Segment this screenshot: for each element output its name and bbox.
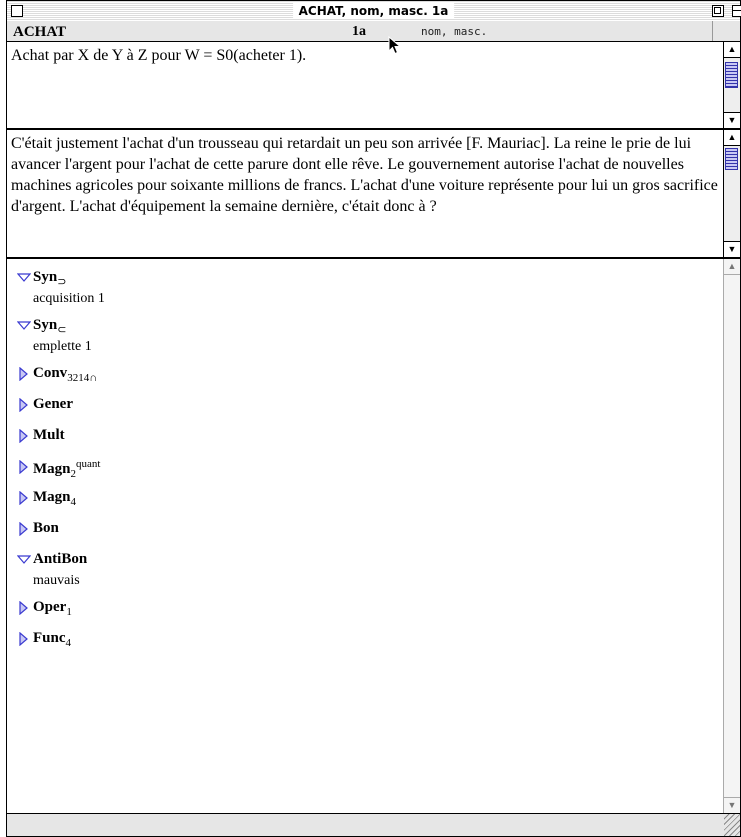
function-row[interactable]: Syn⊂ [17, 317, 105, 337]
function-base: Func [33, 630, 66, 646]
function-base: Syn [33, 269, 58, 285]
triangle-right-icon[interactable] [17, 491, 31, 505]
function-name: Syn⊃ [33, 269, 66, 288]
function-item: Func4 [17, 630, 105, 661]
function-row[interactable]: Func4 [17, 630, 105, 650]
collapse-box-icon[interactable] [732, 5, 741, 17]
resize-grip-icon[interactable] [724, 814, 740, 836]
title-bar[interactable]: ACHAT, nom, masc. 1a [7, 1, 741, 22]
scroll-down-arrow-icon[interactable]: ▼ [724, 797, 740, 813]
triangle-down-icon[interactable] [17, 553, 31, 567]
function-base: Magn [33, 461, 71, 477]
scroll-up-arrow-icon[interactable]: ▲ [724, 259, 740, 275]
entry-header: ACHAT 1a nom, masc. [7, 21, 740, 42]
function-base: Magn [33, 489, 71, 505]
function-item: Syn⊃ acquisition 1 [17, 269, 105, 317]
window-title: ACHAT, nom, masc. 1a [292, 3, 455, 19]
function-name: Func4 [33, 630, 71, 649]
definition-text[interactable]: Achat par X de Y à Z pour W = S0(acheter… [11, 45, 720, 66]
function-subscript: 4 [65, 637, 72, 649]
function-name: Bon [33, 520, 59, 537]
function-item: AntiBon mauvais [17, 551, 105, 599]
mouse-pointer-icon [388, 36, 402, 55]
scroll-up-arrow-icon[interactable]: ▲ [724, 42, 740, 58]
function-item: Mult [17, 427, 105, 458]
grammar-label: nom, masc. [421, 25, 488, 38]
function-name: Oper1 [33, 599, 72, 618]
triangle-right-icon[interactable] [17, 460, 31, 474]
function-value[interactable]: mauvais [33, 573, 105, 589]
function-row[interactable]: Syn⊃ [17, 269, 105, 289]
function-list: Syn⊃ acquisition 1 Syn⊂ emplette 1 Conv3214∩… [17, 269, 105, 661]
function-value[interactable]: emplette 1 [33, 339, 105, 355]
lexicon-window: ACHAT, nom, masc. 1a ACHAT 1a nom, masc.… [6, 0, 741, 837]
examples-text[interactable]: C'était justement l'achat d'un trousseau… [11, 133, 720, 217]
function-name: Mult [33, 427, 65, 444]
function-row[interactable]: Oper1 [17, 599, 105, 619]
function-subscript: 4 [70, 496, 77, 508]
function-row[interactable]: Mult [17, 427, 105, 447]
function-base: AntiBon [33, 551, 88, 567]
function-name: Conv3214∩ [33, 365, 97, 384]
function-item: Oper1 [17, 599, 105, 630]
function-list-pane: Syn⊃ acquisition 1 Syn⊂ emplette 1 Conv3214∩… [7, 259, 740, 813]
zoom-box-icon[interactable] [712, 5, 724, 17]
function-subscript: ⊂ [57, 324, 67, 336]
status-bar [7, 813, 740, 836]
scroll-up-arrow-icon[interactable]: ▲ [724, 130, 740, 146]
function-base: Oper [33, 599, 67, 615]
triangle-right-icon[interactable] [17, 367, 31, 381]
function-item: Syn⊂ emplette 1 [17, 317, 105, 365]
function-item: Magn2quant [17, 458, 105, 489]
scroll-thumb[interactable] [725, 62, 738, 88]
function-base: Gener [33, 396, 73, 412]
scroll-down-arrow-icon[interactable]: ▼ [724, 241, 740, 257]
function-base: Mult [33, 427, 65, 443]
function-name: Magn2quant [33, 458, 100, 480]
scroll-down-arrow-icon[interactable]: ▼ [724, 112, 740, 128]
function-name: Magn4 [33, 489, 76, 508]
function-row[interactable]: Bon [17, 520, 105, 540]
function-name: Syn⊂ [33, 317, 66, 336]
examples-scrollbar[interactable]: ▲ ▼ [723, 130, 740, 257]
function-row[interactable]: AntiBon [17, 551, 105, 571]
function-superscript: quant [76, 458, 101, 470]
function-subscript: 1 [66, 606, 72, 618]
function-item: Magn4 [17, 489, 105, 520]
lexeme-name: ACHAT [13, 24, 67, 40]
triangle-right-icon[interactable] [17, 632, 31, 646]
function-name: Gener [33, 396, 73, 413]
close-box-icon[interactable] [11, 5, 23, 17]
function-row[interactable]: Gener [17, 396, 105, 416]
function-base: Syn [33, 317, 58, 333]
function-value[interactable]: acquisition 1 [33, 291, 105, 307]
function-row[interactable]: Magn4 [17, 489, 105, 509]
triangle-right-icon[interactable] [17, 398, 31, 412]
definition-scrollbar[interactable]: ▲ ▼ [723, 42, 740, 128]
header-divider [712, 21, 713, 41]
function-row[interactable]: Magn2quant [17, 458, 105, 480]
scroll-thumb[interactable] [725, 148, 738, 170]
triangle-right-icon[interactable] [17, 522, 31, 536]
function-item: Bon [17, 520, 105, 551]
triangle-right-icon[interactable] [17, 429, 31, 443]
triangle-right-icon[interactable] [17, 601, 31, 615]
function-subscript: ⊃ [57, 276, 67, 288]
function-row[interactable]: Conv3214∩ [17, 365, 105, 385]
triangle-down-icon[interactable] [17, 271, 31, 285]
examples-pane[interactable]: C'était justement l'achat d'un trousseau… [7, 130, 740, 259]
lexeme-number: 1a [352, 24, 366, 39]
triangle-down-icon[interactable] [17, 319, 31, 333]
function-item: Gener [17, 396, 105, 427]
definition-pane[interactable]: Achat par X de Y à Z pour W = S0(acheter… [7, 42, 740, 130]
function-subscript: 3214∩ [67, 372, 98, 384]
function-name: AntiBon [33, 551, 87, 568]
function-item: Conv3214∩ [17, 365, 105, 396]
function-base: Conv [33, 365, 68, 381]
function-base: Bon [33, 520, 59, 536]
function-list-scrollbar[interactable]: ▲ ▼ [723, 259, 740, 813]
